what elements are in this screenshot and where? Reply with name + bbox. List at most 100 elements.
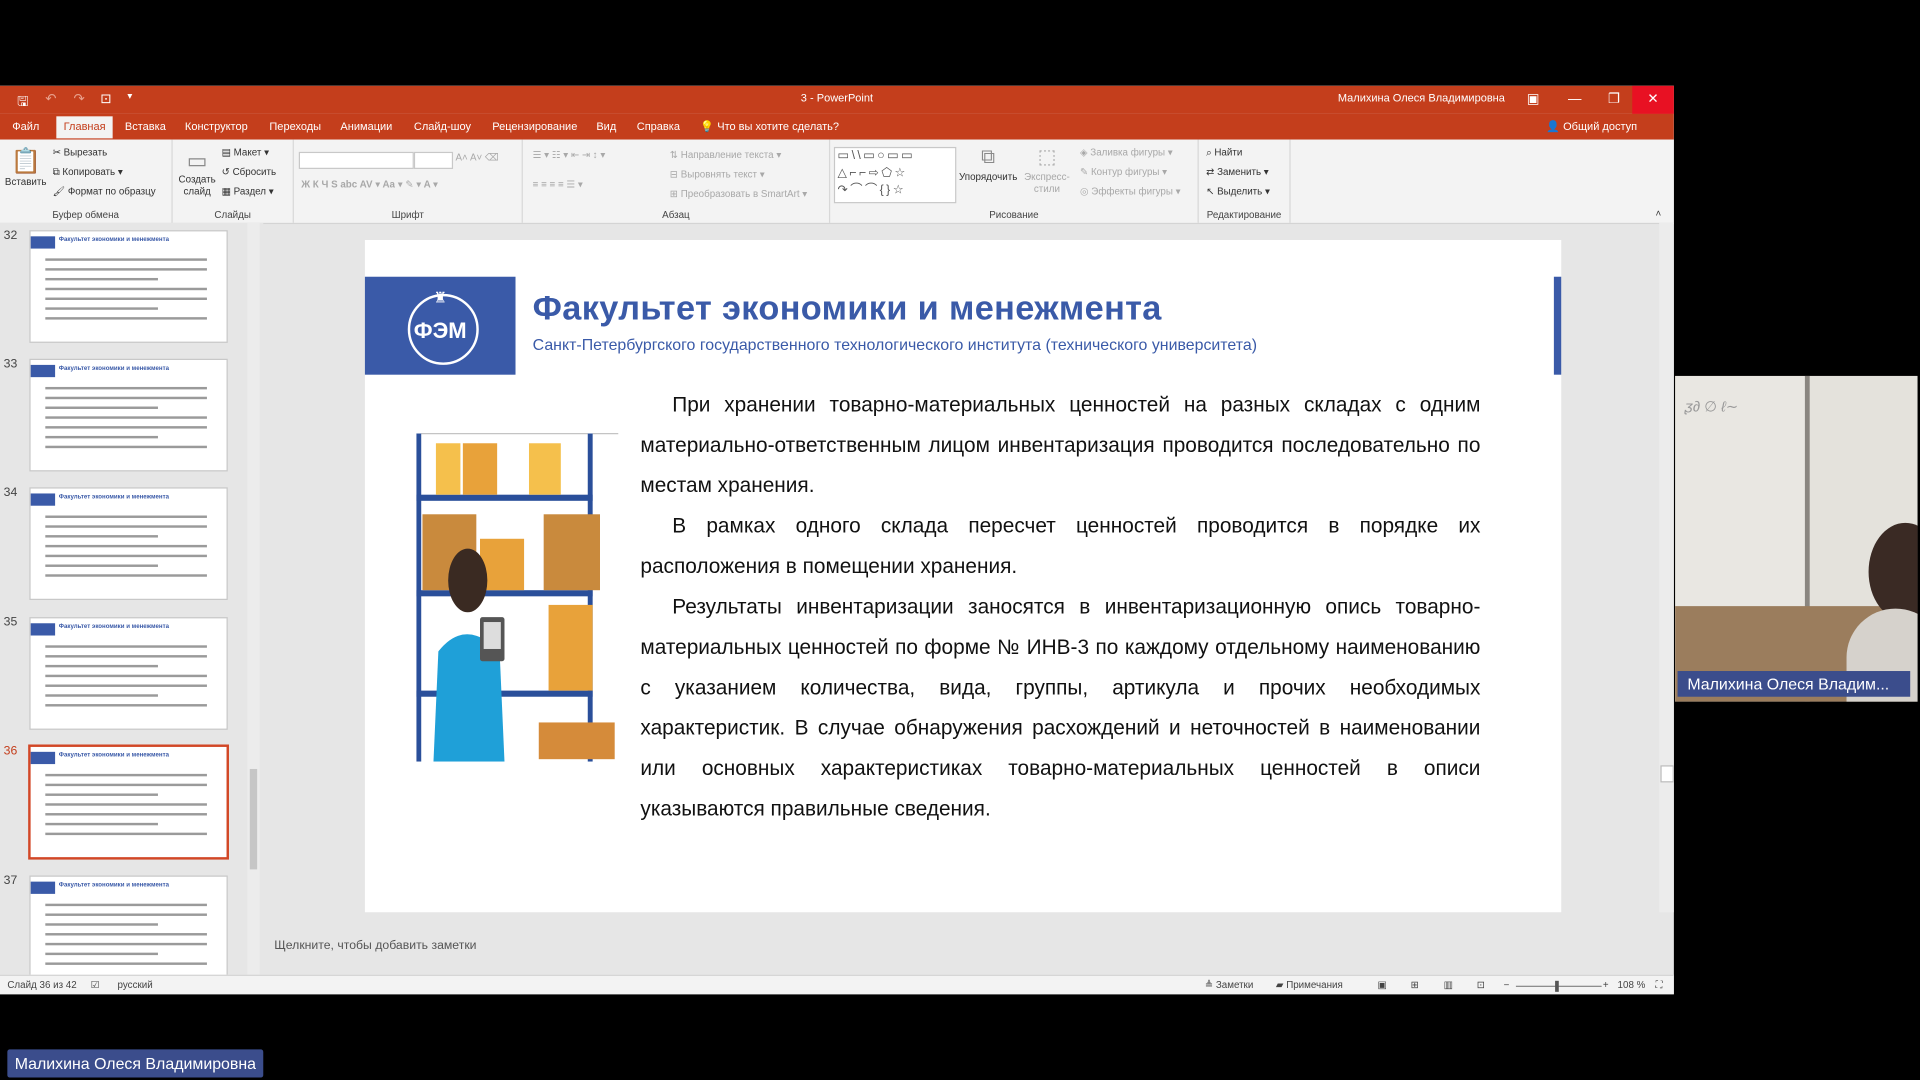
layout-button[interactable]: ▤ Макет ▾ xyxy=(222,147,269,158)
slide-thumbnail-33[interactable]: Факультет экономики и менежмента xyxy=(30,360,227,471)
font-size-box[interactable] xyxy=(413,151,454,169)
list-icons[interactable]: ☰ ▾ ☷ ▾ ⇤ ⇥ ↕ ▾ xyxy=(533,149,606,160)
close-button[interactable]: ✕ xyxy=(1632,85,1674,114)
find-button[interactable]: ⌕ Найти xyxy=(1206,147,1242,159)
tab-transitions[interactable]: Переходы xyxy=(269,120,321,132)
thumbnail-header: Факультет экономики и менежмента xyxy=(30,751,227,765)
increase-font-icon[interactable]: A˄ A˅ ⌫ xyxy=(456,152,499,163)
thumbnail-title: Факультет экономики и менежмента xyxy=(58,751,170,760)
thumbnail-text-line xyxy=(45,684,207,687)
normal-view-icon[interactable]: ▣ xyxy=(1378,980,1387,991)
align-icons[interactable]: ≡ ≡ ≡ ≡ ☰ ▾ xyxy=(533,179,583,190)
text-direction-button[interactable]: ⇅ Направление текста ▾ xyxy=(670,149,781,160)
shape-effects-label: Эффекты фигуры xyxy=(1091,186,1173,198)
shape-effects-button[interactable]: ◎ Эффекты фигуры ▾ xyxy=(1080,186,1181,197)
notes-toggle[interactable]: ≜ Заметки xyxy=(1205,980,1253,991)
camera-participant-name: Малихина Олеся Владим... xyxy=(1677,671,1911,697)
smartart-button[interactable]: ⊞ Преобразовать в SmartArt ▾ xyxy=(670,189,807,200)
comments-toggle-label: Примечания xyxy=(1286,979,1343,991)
slide-thumbnail-36[interactable]: Факультет экономики и менежмента xyxy=(30,746,227,858)
select-button[interactable]: ↖ Выделить ▾ xyxy=(1206,186,1270,197)
thumbnail-scrollbar-thumb[interactable] xyxy=(249,768,258,870)
thumbnail-text-line xyxy=(45,435,158,439)
section-button[interactable]: ▦ Раздел ▾ xyxy=(222,186,274,197)
thumbnail-logo xyxy=(30,623,56,636)
shapes-gallery[interactable]: ▭\\▭○▭▭ △⌐⌐⇨⬠☆ ↷⌒⌒{}☆ xyxy=(833,146,957,204)
font-name-box[interactable] xyxy=(298,151,414,169)
thumbnail-text-line xyxy=(45,426,207,429)
slide-thumbnail-37[interactable]: Факультет экономики и менежмента xyxy=(30,876,227,987)
reset-button[interactable]: ↺ Сбросить xyxy=(222,167,276,178)
reading-view-icon[interactable]: ▥ xyxy=(1444,980,1453,991)
slide-header-title: Факультет экономики и менежмента xyxy=(532,288,1162,327)
tab-design[interactable]: Конструктор xyxy=(185,120,248,132)
shape-fill-button[interactable]: ◈ Заливка фигуры ▾ xyxy=(1080,147,1173,158)
tell-me-label: Что вы хотите сделать? xyxy=(717,120,840,133)
slide-thumbnail-34[interactable]: Факультет экономики и менежмента xyxy=(30,488,227,599)
tell-me-box[interactable]: 💡 Что вы хотите сделать? xyxy=(700,120,839,133)
share-button[interactable]: 👤 Общий доступ xyxy=(1546,120,1637,133)
zoom-slider-thumb[interactable] xyxy=(1555,980,1559,992)
language-indicator[interactable]: русский xyxy=(118,980,153,991)
minimize-button[interactable]: — xyxy=(1554,86,1596,114)
thumbnail-title: Факультет экономики и менежмента xyxy=(58,881,170,889)
thumbnail-text-line xyxy=(45,535,158,538)
thumbnail-number: 35 xyxy=(3,615,18,630)
tab-slideshow[interactable]: Слайд-шоу xyxy=(414,120,471,132)
quick-styles-button[interactable]: ⬚ Экспресс-стили xyxy=(1021,144,1072,195)
slideshow-view-icon[interactable]: ⊡ xyxy=(1477,980,1485,991)
powerpoint-window: 🖫 ↶ ↷ ⊡ ▾ 3 - PowerPoint Малихина Олеся … xyxy=(0,85,1674,995)
new-slide-button[interactable]: ▭ Создать слайд xyxy=(175,147,219,198)
thumbnail-text-line xyxy=(45,268,207,271)
thumbnail-logo xyxy=(30,236,56,249)
tab-view[interactable]: Вид xyxy=(596,120,616,132)
paste-button[interactable]: 📋 Вставить xyxy=(5,147,47,187)
slide-scrollbar[interactable] xyxy=(1659,222,1674,913)
tab-help[interactable]: Справка xyxy=(637,120,680,132)
replace-button[interactable]: ⇄ Заменить ▾ xyxy=(1206,167,1269,178)
thumbnail-text-line xyxy=(45,258,207,261)
thumbnail-title: Факультет экономики и менежмента xyxy=(58,493,170,501)
slide-header-subtitle: Санкт-Петербургского государственного те… xyxy=(532,335,1258,354)
zoom-in-icon[interactable]: + xyxy=(1603,980,1609,991)
comments-toggle[interactable]: ▰ Примечания xyxy=(1276,980,1343,991)
thumbnail-header: Факультет экономики и менежмента xyxy=(30,493,227,506)
fit-to-window-icon[interactable]: ⛶ xyxy=(1656,980,1663,992)
tab-review[interactable]: Рецензирование xyxy=(492,120,577,132)
tab-insert[interactable]: Вставка xyxy=(125,120,166,132)
slide-thumbnail-32[interactable]: Факультет экономики и менежмента xyxy=(30,231,227,342)
arrange-button[interactable]: ⧉ Упорядочить xyxy=(958,144,1019,183)
slide-thumbnail-35[interactable]: Факультет экономики и менежмента xyxy=(30,618,227,729)
shape-fill-label: Заливка фигуры xyxy=(1090,146,1166,158)
slide-sorter-icon[interactable]: ⊞ xyxy=(1411,980,1419,991)
align-text-button[interactable]: ⊟ Выровнять текст ▾ xyxy=(670,169,765,180)
spellcheck-icon[interactable]: ☑ xyxy=(91,980,100,991)
tab-animations[interactable]: Анимации xyxy=(340,120,392,132)
font-format-icons[interactable]: Ж К Ч S abc AV ▾ Aa ▾ ✎ ▾ A ▾ xyxy=(301,179,438,190)
notes-pane[interactable]: Щелкните, чтобы добавить заметки xyxy=(274,939,476,952)
collapse-ribbon-icon[interactable]: ˄ xyxy=(1656,208,1662,219)
paint-bucket-icon: ◈ xyxy=(1080,146,1088,158)
slide-scrollbar-thumb[interactable] xyxy=(1660,765,1674,783)
format-painter-button[interactable]: 🖌 Формат по образцу xyxy=(53,186,156,197)
zoom-out-icon[interactable]: − xyxy=(1504,980,1510,991)
thumbnail-text-line xyxy=(45,694,158,697)
slide-canvas[interactable]: ♜ ФЭМ Факультет экономики и менежмента С… xyxy=(364,240,1562,913)
restore-button[interactable]: ❐ xyxy=(1593,86,1635,114)
thumbnail-text-line xyxy=(45,664,158,668)
cut-button[interactable]: ✂ Вырезать xyxy=(53,147,108,158)
text-direction-icon: ⇅ xyxy=(669,149,679,161)
account-name[interactable]: Малихина Олеся Владимировна xyxy=(1338,92,1505,104)
tab-file[interactable]: Файл xyxy=(12,120,39,132)
slides-label: Слайды xyxy=(214,209,251,221)
shape-outline-label: Контур фигуры xyxy=(1090,166,1160,178)
new-slide-icon: ▭ xyxy=(186,148,208,173)
tab-home[interactable]: Главная xyxy=(56,116,113,139)
search-icon: ⌕ xyxy=(1206,146,1212,158)
font-label: Шрифт xyxy=(391,209,424,221)
zoom-level[interactable]: 108 % xyxy=(1618,980,1646,991)
ribbon-display-options-icon[interactable]: ▣ xyxy=(1512,86,1554,114)
thumbnail-text-line xyxy=(45,445,207,449)
copy-button[interactable]: ⧉ Копировать ▾ xyxy=(53,167,123,179)
shape-outline-button[interactable]: ✎ Контур фигуры ▾ xyxy=(1080,167,1167,178)
